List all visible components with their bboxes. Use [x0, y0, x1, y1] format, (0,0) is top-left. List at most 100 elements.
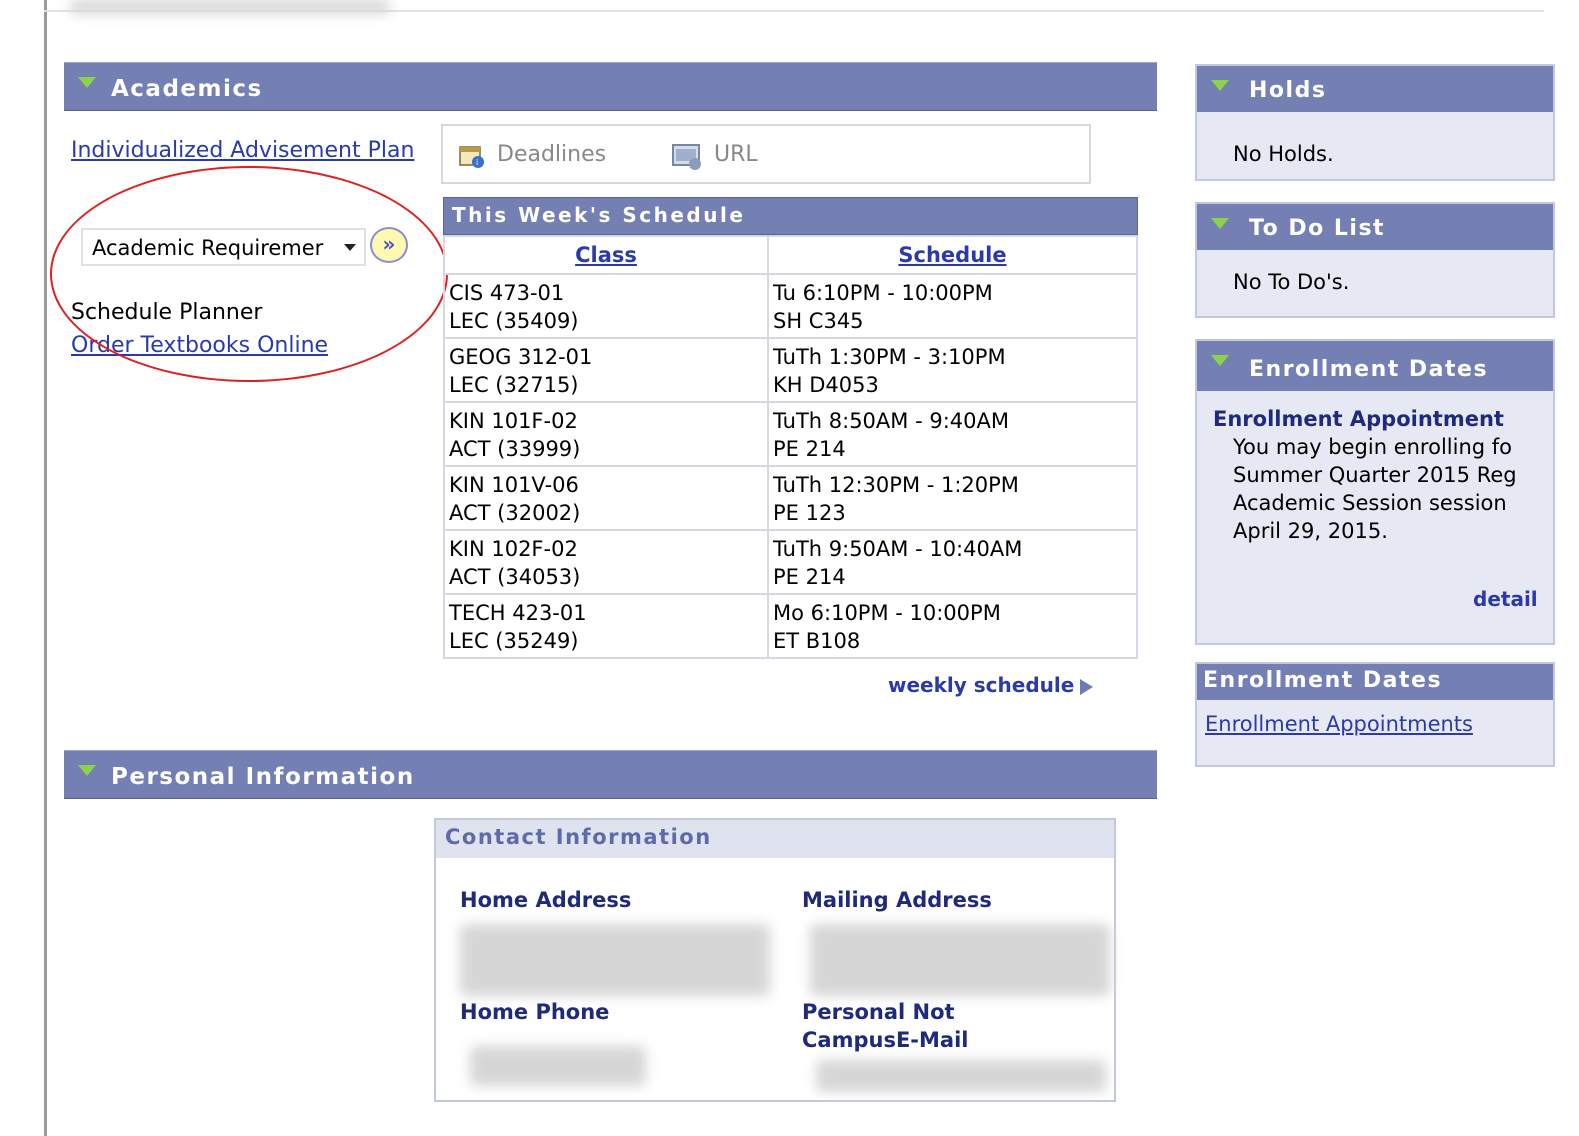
enrollment-line: Academic Session session — [1233, 491, 1507, 515]
holds-box: Holds No Holds. — [1195, 64, 1555, 181]
class-room: ET B108 — [773, 629, 861, 653]
enrollment-dates-header[interactable]: Enrollment Dates — [1197, 341, 1553, 391]
todo-text: No To Do's. — [1233, 270, 1350, 294]
advisement-plan-link[interactable]: Individualized Advisement Plan — [71, 138, 414, 163]
home-phone-label: Home Phone — [460, 1000, 610, 1024]
schedule-cell: TuTh 1:30PM - 3:10PM KH D4053 — [767, 337, 1138, 403]
class-room: PE 214 — [773, 437, 846, 461]
schedule-sort-link[interactable]: Schedule — [898, 243, 1006, 267]
class-room: KH D4053 — [773, 373, 879, 397]
academics-header[interactable]: Academics — [64, 62, 1157, 111]
schedule-table: Class Schedule CIS 473-01 LEC (35409) Tu … — [443, 235, 1138, 659]
schedule-column-header[interactable]: Schedule — [767, 235, 1138, 275]
class-section: LEC (35409) — [449, 309, 579, 333]
class-room: PE 214 — [773, 565, 846, 589]
class-time: TuTh 8:50AM - 9:40AM — [773, 409, 1009, 433]
arrow-right-icon — [1080, 678, 1094, 695]
enrollment-line: Summer Quarter 2015 Reg — [1233, 463, 1517, 487]
class-section: ACT (32002) — [449, 501, 581, 525]
academics-title: Academics — [111, 76, 263, 102]
todo-title: To Do List — [1249, 216, 1386, 241]
enrollment-dates-box-2: Enrollment Dates Enrollment Appointments — [1195, 662, 1555, 767]
details-link[interactable]: detail — [1473, 587, 1538, 611]
class-section: ACT (33999) — [449, 437, 581, 461]
class-cell: TECH 423-01 LEC (35249) — [443, 593, 769, 659]
collapse-triangle-icon[interactable] — [1211, 80, 1229, 91]
contact-info-title: Contact Information — [445, 825, 712, 849]
collapse-triangle-icon[interactable] — [78, 77, 96, 88]
enrollment-line: April 29, 2015. — [1233, 519, 1388, 543]
enrollment-appointment-title: Enrollment Appointment — [1213, 407, 1504, 431]
url-icon — [672, 144, 701, 170]
redacted-home-phone — [470, 1046, 646, 1086]
deadlines-link[interactable]: Deadlines — [497, 142, 606, 167]
class-cell: GEOG 312-01 LEC (32715) — [443, 337, 769, 403]
personal-info-title: Personal Information — [111, 764, 415, 790]
class-code: KIN 101V-06 — [449, 473, 579, 497]
table-row: KIN 101F-02 ACT (33999) TuTh 8:50AM - 9:4… — [443, 401, 1138, 467]
class-section: ACT (34053) — [449, 565, 581, 589]
table-row: TECH 423-01 LEC (35249) Mo 6:10PM - 10:00… — [443, 593, 1138, 659]
redacted-personal-email — [816, 1060, 1106, 1092]
enrollment-line: You may begin enrolling fo — [1233, 435, 1513, 459]
svg-text:i: i — [476, 158, 478, 167]
schedule-cell: TuTh 8:50AM - 9:40AM PE 214 — [767, 401, 1138, 467]
holds-header[interactable]: Holds — [1197, 66, 1553, 112]
enrollment-appointments-link[interactable]: Enrollment Appointments — [1205, 712, 1473, 736]
enrollment-dates-2-title: Enrollment Dates — [1203, 668, 1443, 693]
schedule-cell: TuTh 12:30PM - 1:20PM PE 123 — [767, 465, 1138, 531]
weekly-schedule-link[interactable]: weekly schedule — [888, 673, 1094, 697]
enrollment-dates-title: Enrollment Dates — [1249, 357, 1489, 382]
enrollment-dates-2-header: Enrollment Dates — [1197, 664, 1553, 700]
class-sort-link[interactable]: Class — [575, 243, 637, 267]
redacted-mailing-address — [810, 924, 1110, 996]
todo-header[interactable]: To Do List — [1197, 204, 1553, 250]
collapse-triangle-icon[interactable] — [78, 765, 96, 776]
todo-box: To Do List No To Do's. — [1195, 202, 1555, 318]
table-row: CIS 473-01 LEC (35409) Tu 6:10PM - 10:00P… — [443, 273, 1138, 339]
personal-info-header[interactable]: Personal Information — [64, 750, 1157, 799]
schedule-cell: Mo 6:10PM - 10:00PM ET B108 — [767, 593, 1138, 659]
class-time: Mo 6:10PM - 10:00PM — [773, 601, 1001, 625]
schedule-title: This Week's Schedule — [443, 197, 1138, 235]
class-code: GEOG 312-01 — [449, 345, 593, 369]
contact-info-header: Contact Information — [436, 820, 1114, 858]
url-link[interactable]: URL — [714, 142, 758, 167]
class-code: KIN 102F-02 — [449, 537, 578, 561]
holds-text: No Holds. — [1233, 142, 1334, 166]
class-code: CIS 473-01 — [449, 281, 565, 305]
enrollment-dates-box: Enrollment Dates Enrollment Appointment … — [1195, 339, 1555, 645]
table-row: KIN 101V-06 ACT (32002) TuTh 12:30PM - 1:… — [443, 465, 1138, 531]
class-cell: KIN 101V-06 ACT (32002) — [443, 465, 769, 531]
contact-info-box: Contact Information Home Address Mailing… — [434, 818, 1116, 1102]
class-section: LEC (35249) — [449, 629, 579, 653]
schedule-cell: TuTh 9:50AM - 10:40AM PE 214 — [767, 529, 1138, 595]
class-room: PE 123 — [773, 501, 846, 525]
blurred-top-bar — [70, 0, 390, 14]
collapse-triangle-icon[interactable] — [1211, 218, 1229, 229]
class-cell: CIS 473-01 LEC (35409) — [443, 273, 769, 339]
class-section: LEC (32715) — [449, 373, 579, 397]
collapse-triangle-icon[interactable] — [1211, 355, 1229, 366]
class-room: SH C345 — [773, 309, 864, 333]
class-code: KIN 101F-02 — [449, 409, 578, 433]
personal-email-label-line1: Personal Not — [802, 1000, 955, 1024]
class-time: TuTh 1:30PM - 3:10PM — [773, 345, 1006, 369]
class-cell: KIN 101F-02 ACT (33999) — [443, 401, 769, 467]
class-cell: KIN 102F-02 ACT (34053) — [443, 529, 769, 595]
class-time: Tu 6:10PM - 10:00PM — [773, 281, 993, 305]
weekly-schedule-label[interactable]: weekly schedule — [888, 673, 1074, 697]
academics-toolbar: i Deadlines URL — [441, 124, 1091, 184]
schedule-header-row: Class Schedule — [443, 235, 1138, 275]
table-row: KIN 102F-02 ACT (34053) TuTh 9:50AM - 10:… — [443, 529, 1138, 595]
schedule-cell: Tu 6:10PM - 10:00PM SH C345 — [767, 273, 1138, 339]
class-time: TuTh 12:30PM - 1:20PM — [773, 473, 1019, 497]
page-left-border — [44, 0, 47, 1136]
redacted-home-address — [460, 924, 770, 996]
calendar-icon: i — [459, 146, 484, 168]
holds-title: Holds — [1249, 78, 1327, 103]
annotation-circle — [50, 166, 448, 382]
table-row: GEOG 312-01 LEC (32715) TuTh 1:30PM - 3:1… — [443, 337, 1138, 403]
class-column-header[interactable]: Class — [443, 235, 769, 275]
class-time: TuTh 9:50AM - 10:40AM — [773, 537, 1023, 561]
